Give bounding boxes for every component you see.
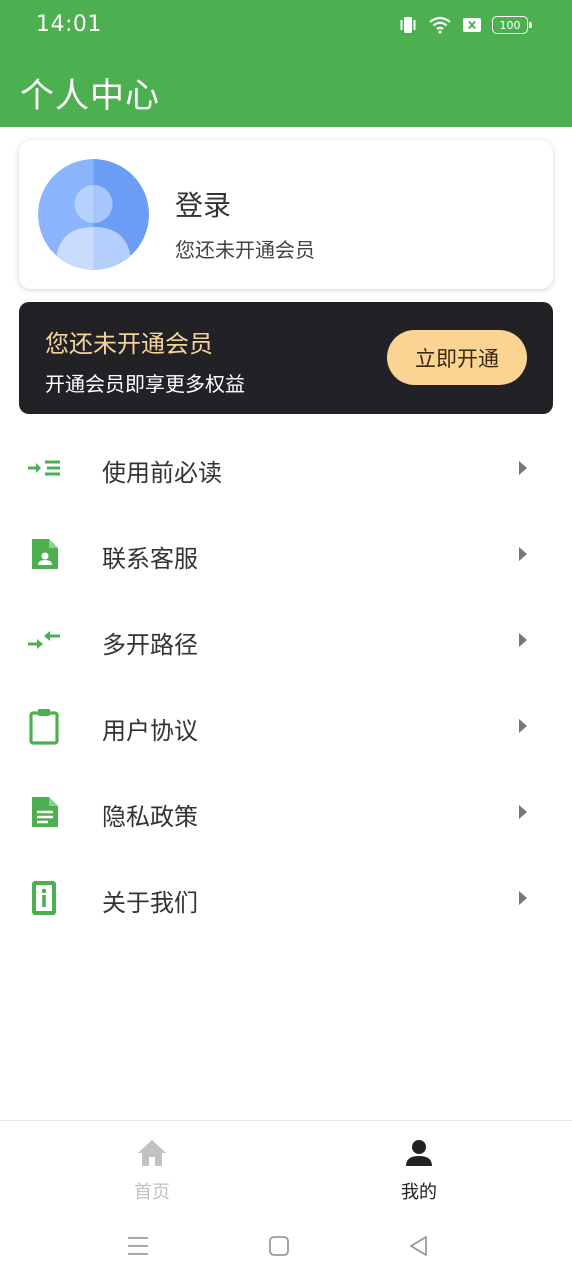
wifi-icon: [429, 16, 451, 34]
swap-arrows-icon: [28, 631, 60, 649]
menu-label: 多开路径: [102, 631, 198, 659]
profile-card[interactable]: 登录 您还未开通会员: [19, 140, 553, 289]
menu-label: 用户协议: [102, 717, 198, 745]
home-square-icon[interactable]: [266, 1234, 292, 1258]
menu-label: 使用前必读: [102, 459, 222, 487]
read-first-icon: [28, 460, 60, 476]
person-icon: [406, 1140, 432, 1166]
chevron-right-icon: [519, 633, 527, 647]
menu-item-user-agreement[interactable]: 用户协议: [0, 683, 572, 769]
contact-card-icon: [32, 539, 58, 569]
home-icon: [138, 1140, 166, 1166]
back-triangle-icon[interactable]: [406, 1234, 432, 1258]
info-icon: [32, 881, 56, 915]
vip-banner: 您还未开通会员 开通会员即享更多权益 立即开通: [19, 302, 553, 414]
menu-label: 关于我们: [102, 889, 198, 917]
vip-title: 您还未开通会员: [45, 330, 213, 358]
tab-home-label: 首页: [134, 1182, 170, 1203]
header: 14:01 100 个人中心: [0, 0, 572, 127]
avatar-placeholder-icon: [38, 159, 149, 270]
chevron-right-icon: [519, 547, 527, 561]
sim-off-icon: [463, 18, 481, 32]
chevron-right-icon: [519, 805, 527, 819]
avatar[interactable]: [38, 159, 149, 270]
status-bar: 14:01 100: [0, 0, 572, 50]
status-icons: 100: [398, 14, 532, 36]
battery-icon: 100: [492, 16, 532, 34]
vip-subtitle: 开通会员即享更多权益: [45, 372, 245, 396]
activate-vip-button[interactable]: 立即开通: [387, 330, 527, 385]
chevron-right-icon: [519, 719, 527, 733]
menu-label: 联系客服: [102, 545, 198, 573]
menu-item-about-us[interactable]: 关于我们: [0, 855, 572, 941]
tab-home[interactable]: 首页: [92, 1121, 212, 1213]
vibrate-icon: [400, 17, 416, 33]
clipboard-icon: [29, 709, 59, 745]
tab-mine[interactable]: 我的: [359, 1121, 479, 1213]
menu-item-multi-open-path[interactable]: 多开路径: [0, 597, 572, 683]
status-time: 14:01: [36, 12, 102, 37]
bottom-nav: 首页 我的: [0, 1120, 572, 1212]
menu-icon[interactable]: [125, 1234, 151, 1258]
menu-label: 隐私政策: [102, 803, 198, 831]
page-title: 个人中心: [20, 76, 160, 116]
tab-mine-label: 我的: [401, 1182, 437, 1203]
battery-level: 100: [499, 18, 521, 32]
chevron-right-icon: [519, 891, 527, 905]
menu-item-read-first[interactable]: 使用前必读: [0, 425, 572, 511]
login-label[interactable]: 登录: [175, 184, 231, 224]
document-icon: [32, 797, 58, 827]
menu-item-privacy-policy[interactable]: 隐私政策: [0, 769, 572, 855]
system-nav-bar: [0, 1212, 572, 1280]
menu-list: 使用前必读 联系客服 多开路径 用户协议 隐私政策 关于我们: [0, 425, 572, 941]
chevron-right-icon: [519, 461, 527, 475]
member-status: 您还未开通会员: [175, 238, 315, 262]
menu-item-contact-support[interactable]: 联系客服: [0, 511, 572, 597]
